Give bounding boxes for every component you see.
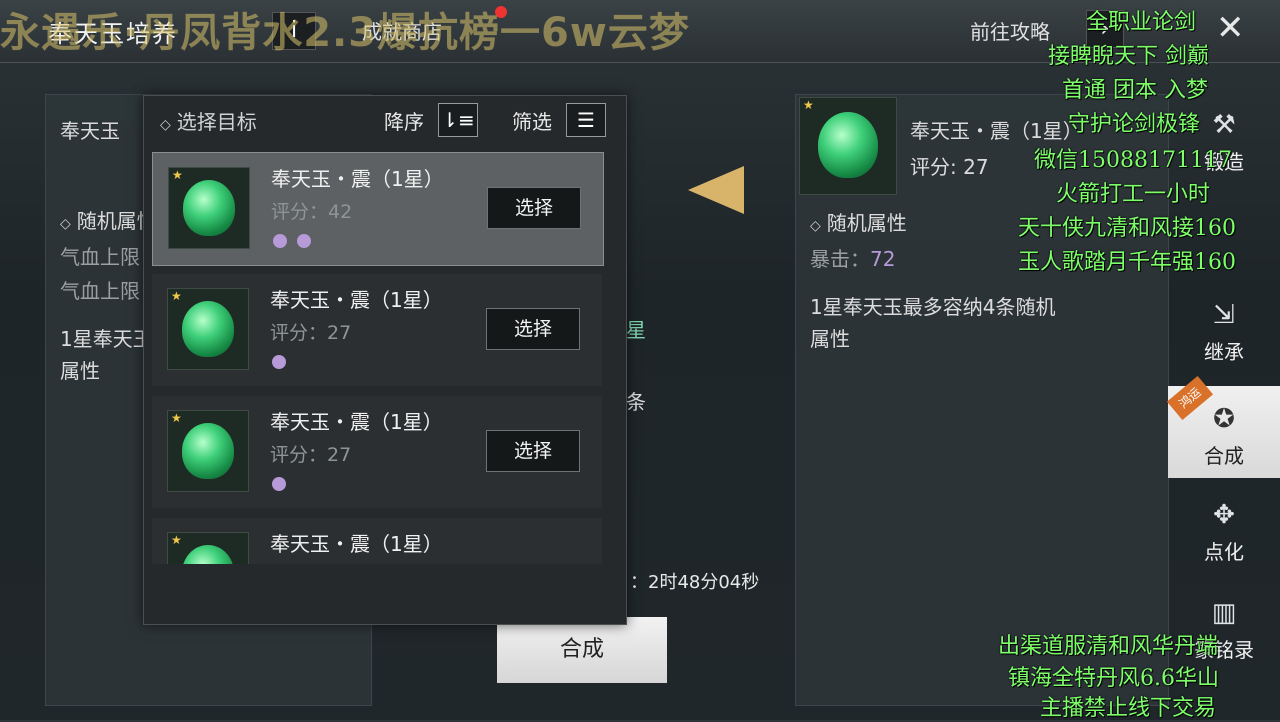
gem-icon: ★ xyxy=(167,532,249,564)
overlay-line: 火箭打工一小时 xyxy=(1056,182,1211,207)
attribute-line: 气血上限 xyxy=(60,245,140,269)
gem-icon: ★ xyxy=(167,410,249,492)
overlay-line: 守护论剑极锋 xyxy=(1068,112,1201,137)
star-icon: ★ xyxy=(171,411,182,425)
popup-title: ◇ 选择目标 xyxy=(160,110,257,134)
scroll-icon: ▥ xyxy=(1211,598,1237,628)
overlay-line: 出渠道服清和风华丹端 xyxy=(998,634,1219,659)
note-line: 1星奉天玉 xyxy=(60,327,153,351)
filter-list-icon[interactable]: ☰ xyxy=(566,103,606,137)
gem-score: 评分: 27 xyxy=(910,155,989,179)
gem-icon: ★ xyxy=(168,167,250,249)
rail-enchant[interactable]: ✥ 点化 xyxy=(1168,500,1280,580)
overlay-line: 接睥睨天下 剑巅 xyxy=(1048,44,1209,69)
enchant-icon: ✥ xyxy=(1213,500,1235,530)
list-item[interactable]: ★ 奉天玉・震（1星） 评分：27 选择 xyxy=(152,274,602,386)
diamond-icon: ◇ xyxy=(160,117,171,133)
attribute-line: 气血上限 xyxy=(60,279,140,303)
item-name: 奉天玉・震（1星） xyxy=(271,167,444,191)
rail-inherit[interactable]: ⇲ 继承 xyxy=(1168,300,1280,380)
sort-label: 降序 xyxy=(384,110,424,134)
attribute-dots xyxy=(273,233,321,252)
item-score: 评分：42 xyxy=(271,201,353,223)
synthesize-button[interactable]: 合成 xyxy=(497,617,667,683)
star-icon: ★ xyxy=(803,98,814,112)
sort-descending-icon[interactable]: ⇂≡ xyxy=(438,103,478,137)
overlay-line: 玉人歌踏月千年强160 xyxy=(1018,250,1236,275)
select-button[interactable]: 选择 xyxy=(487,187,581,229)
overlay-line: 天十侠九清和风接160 xyxy=(1018,216,1236,241)
stream-banner: 永遇乐·丹凤背水2.3爆抗榜一6w云梦 xyxy=(0,10,690,56)
cooldown-timer: ：2时48分04秒 xyxy=(630,572,760,593)
stat-line: 暴击：72 xyxy=(810,247,896,271)
overlay-line: 镇海全特丹风6.6华山 xyxy=(1008,666,1219,691)
item-name: 奉天玉・震（1星） xyxy=(270,410,443,434)
overlay-line: 微信15088171117 xyxy=(1034,148,1232,173)
filter-label: 筛选 xyxy=(512,110,552,134)
list-item[interactable]: ★ 奉天玉・震（1星） 评分：42 选择 xyxy=(152,152,604,266)
section-title: ◇ 随机属性 xyxy=(810,211,907,235)
diamond-icon: ◇ xyxy=(810,218,821,234)
item-name: 奉天玉・震（1星） xyxy=(270,288,443,312)
gem-list[interactable]: ★ 奉天玉・震（1星） 评分：42 选择 ★ 奉天玉・震（1星） 评分：27 选… xyxy=(152,152,604,564)
overlay-line: 主播禁止线下交易 xyxy=(1040,696,1217,721)
star-icon: ★ xyxy=(171,533,182,547)
arrow-left-icon xyxy=(688,166,744,214)
gem-name: 奉天玉・震（1星） xyxy=(910,119,1083,143)
attribute-dots xyxy=(272,476,296,495)
star-text: 星 xyxy=(626,318,646,342)
note-line: 属性 xyxy=(810,327,850,351)
note-line: 属性 xyxy=(60,359,100,383)
star-icon: ★ xyxy=(171,289,182,303)
close-icon[interactable]: ✕ xyxy=(1216,8,1245,48)
item-name: 奉天玉・震（1星） xyxy=(270,532,443,556)
select-button[interactable]: 选择 xyxy=(486,308,580,350)
item-score: 评分：27 xyxy=(270,322,352,344)
overlay-line: 首通 团本 入梦 xyxy=(1062,78,1208,103)
guide-link[interactable]: 前往攻略 xyxy=(970,16,1050,45)
gem-icon: ★ xyxy=(799,97,897,195)
list-item[interactable]: ★ 奉天玉・震（1星） 评分：27 选择 xyxy=(152,396,602,508)
star-icon: ★ xyxy=(172,168,183,182)
select-button[interactable]: 选择 xyxy=(486,430,580,472)
list-item[interactable]: ★ 奉天玉・震（1星） xyxy=(152,518,602,564)
attribute-dots xyxy=(272,354,296,373)
gem-name: 奉天玉 xyxy=(60,119,120,143)
inherit-icon: ⇲ xyxy=(1213,300,1235,330)
note-line: 1星奉天玉最多容纳4条随机 xyxy=(810,295,1056,319)
gem-icon: ★ xyxy=(167,288,249,370)
select-target-popup: ◇ 选择目标 降序 ⇂≡ 筛选 ☰ ★ 奉天玉・震（1星） 评分：42 选择 ★ … xyxy=(143,95,627,625)
item-score: 评分：27 xyxy=(270,444,352,466)
count-text: 条 xyxy=(626,390,646,414)
diamond-icon: ◇ xyxy=(60,216,71,232)
overlay-line: 全职业论剑 xyxy=(1086,10,1197,35)
